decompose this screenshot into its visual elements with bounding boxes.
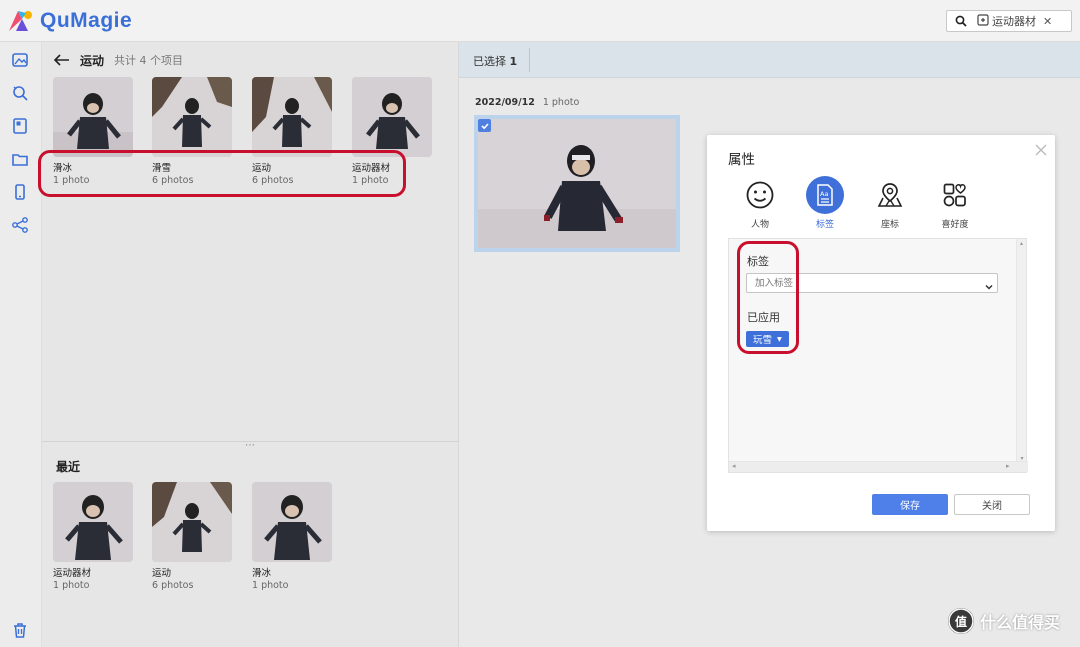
collection-panel: 运动 共计 4 个项目 滑冰 1 photo 滑雪 6 photos 运动 6 … <box>38 42 459 647</box>
remove-chip-icon[interactable]: ✕ <box>1043 15 1052 28</box>
app-logo[interactable]: QuMagie <box>6 7 132 35</box>
resize-handle-icon[interactable]: ⋯ <box>245 440 255 451</box>
recent-title: 最近 <box>56 460 81 474</box>
close-button[interactable]: 关闭 <box>954 494 1030 515</box>
recent-thumbnail[interactable] <box>152 482 232 562</box>
share-icon[interactable] <box>10 215 30 235</box>
collection-title: 运动 <box>80 53 105 68</box>
date-count: 1 photo <box>542 97 580 108</box>
dialog-title: 属性 <box>728 152 755 168</box>
tab-tags[interactable]: Aa 标签 <box>793 176 857 230</box>
tab-favorites[interactable]: 喜好度 <box>923 176 987 230</box>
tab-location[interactable]: 座标 <box>858 176 922 230</box>
chevron-down-icon[interactable] <box>984 277 994 290</box>
date-label: 2022/09/12 <box>475 97 535 108</box>
qumagie-logo-icon <box>6 7 34 35</box>
date-group-header: 2022/09/12 1 photo <box>475 97 579 108</box>
recent-name[interactable]: 滑冰 <box>252 565 271 579</box>
horizontal-scrollbar[interactable]: ◂ ▸ <box>729 461 1028 472</box>
svg-text:值: 值 <box>955 614 967 629</box>
highlight-box <box>38 150 406 197</box>
selected-photo[interactable] <box>474 115 680 252</box>
trash-icon[interactable] <box>10 620 30 640</box>
album-icon[interactable] <box>10 116 30 136</box>
tag-pane: 标签 已应用 玩雪 ▾ ▴ ▾ ◂ ▸ <box>728 238 1028 473</box>
selected-count: 1 <box>509 55 518 68</box>
selection-bar: 已选择 1 <box>459 42 1080 78</box>
search-chip-label: 运动器材 <box>992 15 1036 28</box>
collection-count: 共计 4 个项目 <box>114 54 184 67</box>
recent-count: 1 photo <box>53 580 90 591</box>
face-icon <box>741 176 779 214</box>
recent-count: 1 photo <box>252 580 289 591</box>
tab-label: 人物 <box>750 220 769 230</box>
album-thumbnail[interactable] <box>152 77 232 157</box>
smart-album-icon[interactable] <box>10 83 30 103</box>
album-thumbnail[interactable] <box>352 77 432 157</box>
recent-thumbnail[interactable] <box>53 482 133 562</box>
search-icon[interactable] <box>951 11 971 31</box>
photos-icon[interactable] <box>10 50 30 70</box>
svg-text:Aa: Aa <box>820 190 828 198</box>
recent-name[interactable]: 运动器材 <box>53 565 91 579</box>
selection-status: 已选择 1 <box>473 53 517 69</box>
close-icon[interactable] <box>1034 142 1048 156</box>
recent-count: 6 photos <box>152 580 194 591</box>
tab-label: 标签 <box>815 220 834 230</box>
vertical-scrollbar[interactable]: ▴ ▾ <box>1016 239 1026 463</box>
search-filter-chip[interactable]: 运动器材 ✕ <box>977 12 1052 30</box>
save-button[interactable]: 保存 <box>872 494 948 515</box>
favorites-icon <box>936 176 974 214</box>
top-bar: QuMagie 运动器材 ✕ <box>0 0 1080 42</box>
search-box[interactable]: 运动器材 ✕ <box>946 10 1072 32</box>
album-thumbnail[interactable] <box>53 77 133 157</box>
photo-image <box>478 119 676 248</box>
selected-checkbox[interactable] <box>478 119 491 132</box>
watermark: 值 什么值得买 <box>948 608 1060 634</box>
tab-label: 喜好度 <box>941 220 969 230</box>
tab-label: 座标 <box>880 220 899 230</box>
album-thumbnail[interactable] <box>252 77 332 157</box>
tab-people[interactable]: 人物 <box>728 176 792 230</box>
toolbar-separator <box>529 48 530 72</box>
nav-rail <box>0 42 42 647</box>
tag-icon: Aa <box>806 176 844 214</box>
device-icon[interactable] <box>10 182 30 202</box>
properties-dialog: 属性 人物 Aa 标签 座标 喜好度 标签 已应用 玩雪 ▾ <box>707 135 1055 531</box>
recent-thumbnail[interactable] <box>252 482 332 562</box>
highlight-box <box>737 241 799 354</box>
folder-icon[interactable] <box>10 149 30 169</box>
watermark-logo-icon: 值 <box>948 608 974 634</box>
back-arrow-icon[interactable] <box>53 51 70 70</box>
recent-name[interactable]: 运动 <box>152 565 171 579</box>
selected-label: 已选择 <box>473 55 506 68</box>
map-pin-icon <box>871 176 909 214</box>
tag-filter-icon <box>977 13 989 29</box>
app-name: QuMagie <box>40 9 133 32</box>
watermark-text: 什么值得买 <box>980 613 1061 632</box>
